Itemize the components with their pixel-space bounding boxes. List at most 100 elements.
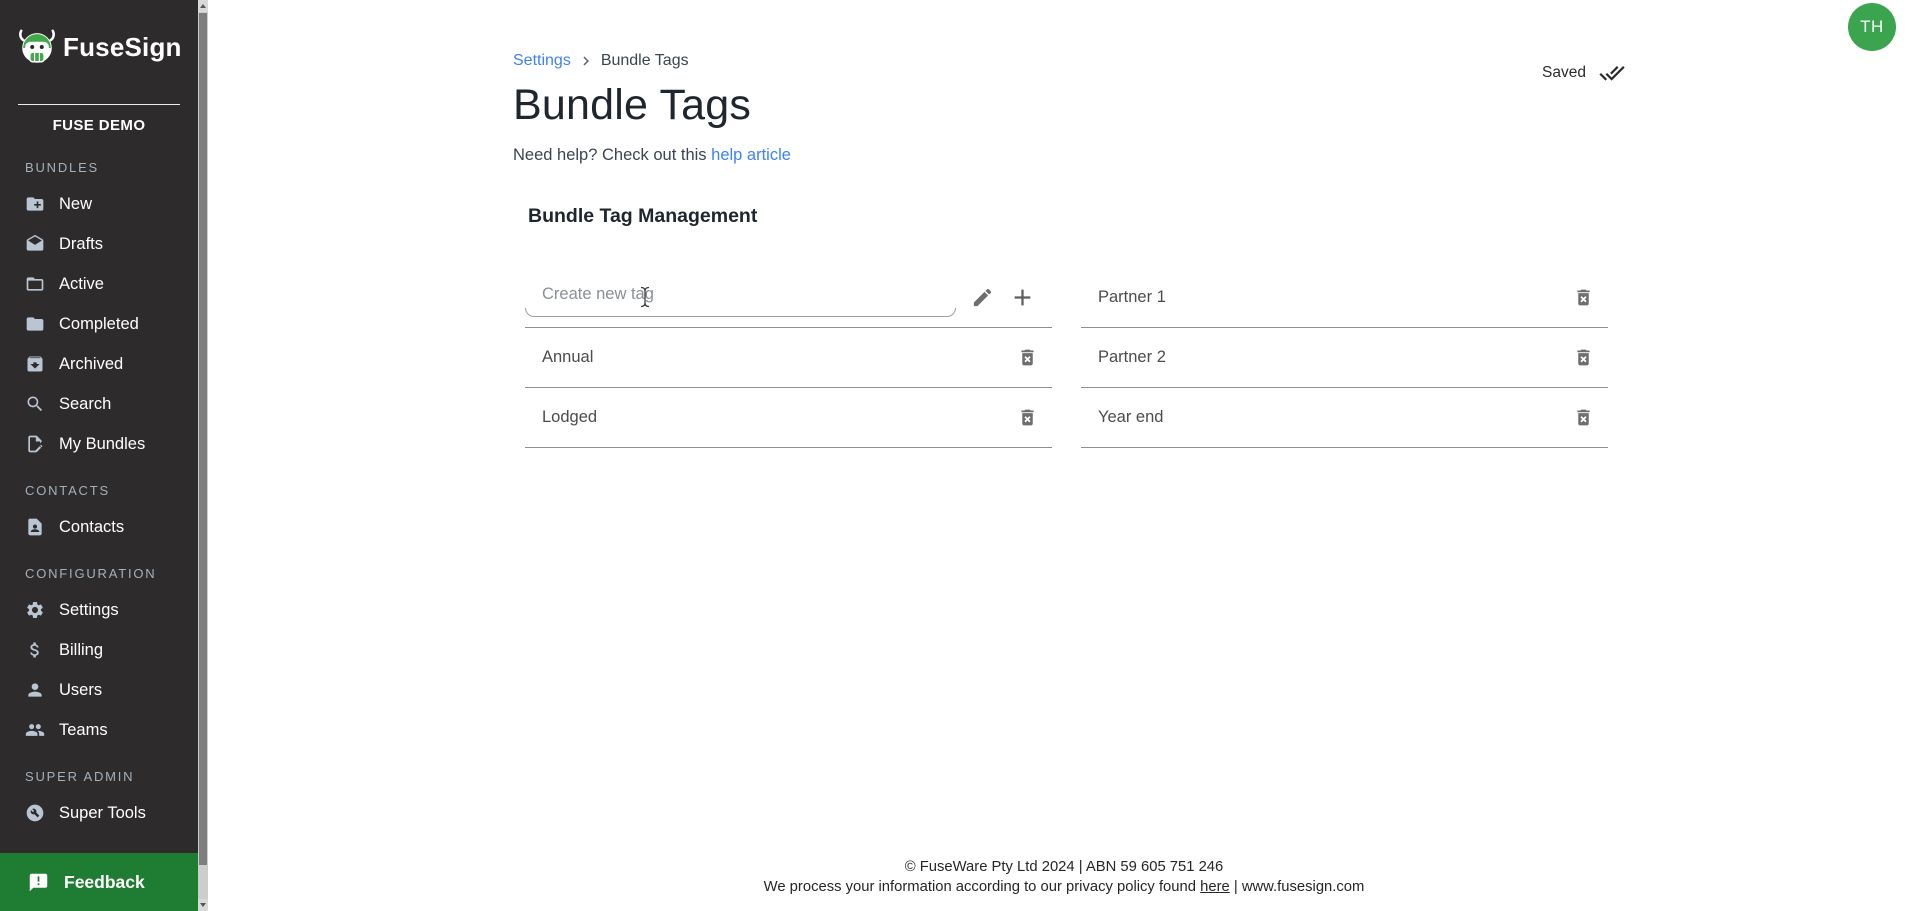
add-tag-button[interactable] xyxy=(1009,284,1036,311)
nav-section-label-contacts: CONTACTS xyxy=(0,464,198,507)
nav-section-configuration: CONFIGURATION Settings Billing Users Teams xyxy=(0,547,198,750)
help-text: Need help? Check out this xyxy=(513,146,707,164)
gear-icon xyxy=(25,600,45,620)
document-edit-icon xyxy=(25,434,45,454)
sidebar-item-settings[interactable]: Settings xyxy=(0,590,198,630)
sidebar-item-search[interactable]: Search xyxy=(0,384,198,424)
sidebar-nav: BUNDLES New Drafts Active Completed Archived S… xyxy=(0,134,198,853)
tag-name: Lodged xyxy=(542,408,1017,427)
edit-pencil-icon xyxy=(971,286,994,309)
sidebar: FuseSign FUSE DEMO BUNDLES New Drafts Activ… xyxy=(0,0,198,911)
nav-section-label-super-admin: SUPER ADMIN xyxy=(0,750,198,793)
sidebar-divider xyxy=(18,104,180,105)
page-title: Bundle Tags xyxy=(513,80,1608,130)
brand-name: FuseSign xyxy=(63,32,182,63)
tag-row-lodged: Lodged xyxy=(525,388,1052,448)
sidebar-item-drafts[interactable]: Drafts xyxy=(0,224,198,264)
trash-x-icon xyxy=(1017,347,1038,368)
sidebar-item-label: Contacts xyxy=(59,518,124,537)
feedback-icon xyxy=(28,872,49,893)
tag-column-left: Annual Lodged xyxy=(525,268,1052,448)
tag-row-partner-2: Partner 2 xyxy=(1081,328,1608,388)
sidebar-item-label: Super Tools xyxy=(59,804,146,823)
archive-box-icon xyxy=(25,354,45,374)
sidebar-item-label: My Bundles xyxy=(59,435,145,454)
tag-row-partner-1: Partner 1 xyxy=(1081,268,1608,328)
search-icon xyxy=(25,394,45,414)
breadcrumb-settings-link[interactable]: Settings xyxy=(513,52,571,70)
scrollbar-up-arrow[interactable] xyxy=(198,0,208,12)
delete-tag-button[interactable] xyxy=(1573,407,1594,428)
footer-privacy-text: We process your information according to… xyxy=(764,879,1196,895)
tag-name: Year end xyxy=(1098,408,1573,427)
feedback-label: Feedback xyxy=(64,872,145,893)
save-status: Saved xyxy=(1542,60,1625,86)
sidebar-item-completed[interactable]: Completed xyxy=(0,304,198,344)
page-footer: © FuseWare Pty Ltd 2024 | ABN 59 605 751… xyxy=(208,857,1920,897)
fusesign-robot-icon xyxy=(16,26,58,68)
sidebar-item-contacts[interactable]: Contacts xyxy=(0,507,198,547)
sidebar-item-label: Completed xyxy=(59,315,139,334)
scrollbar-down-arrow[interactable] xyxy=(198,899,208,911)
sidebar-item-billing[interactable]: Billing xyxy=(0,630,198,670)
footer-site-text: | www.fusesign.com xyxy=(1234,879,1364,895)
delete-tag-button[interactable] xyxy=(1017,407,1038,428)
avatar[interactable]: TH xyxy=(1848,3,1896,51)
sidebar-item-active[interactable]: Active xyxy=(0,264,198,304)
trash-x-icon xyxy=(1573,407,1594,428)
tag-name: Partner 2 xyxy=(1098,348,1573,367)
privacy-policy-link[interactable]: here xyxy=(1200,879,1230,895)
tag-row-annual: Annual xyxy=(525,328,1052,388)
sidebar-item-label: New xyxy=(59,195,92,214)
page-body: Settings Bundle Tags Bundle Tags Need he… xyxy=(513,0,1608,448)
delete-tag-button[interactable] xyxy=(1017,347,1038,368)
nav-section-label-configuration: CONFIGURATION xyxy=(0,547,198,590)
plus-icon xyxy=(1009,284,1036,311)
tag-name: Partner 1 xyxy=(1098,288,1573,307)
nav-section-super-admin: SUPER ADMIN Super Tools xyxy=(0,750,198,833)
create-tag-row xyxy=(525,268,1052,328)
footer-privacy-line: We process your information according to… xyxy=(208,877,1920,897)
breadcrumb-current: Bundle Tags xyxy=(601,52,689,70)
trash-x-icon xyxy=(1573,347,1594,368)
sidebar-item-my-bundles[interactable]: My Bundles xyxy=(0,424,198,464)
trash-x-icon xyxy=(1017,407,1038,428)
delete-tag-button[interactable] xyxy=(1573,287,1594,308)
feedback-button[interactable]: Feedback xyxy=(0,853,198,911)
scrollbar-thumb[interactable] xyxy=(199,13,207,865)
sidebar-item-teams[interactable]: Teams xyxy=(0,710,198,750)
sidebar-item-archived[interactable]: Archived xyxy=(0,344,198,384)
trash-x-icon xyxy=(1573,287,1594,308)
sidebar-item-label: Search xyxy=(59,395,111,414)
help-line: Need help? Check out this help article xyxy=(513,146,1608,165)
workspace-name: FUSE DEMO xyxy=(0,117,198,134)
done-all-icon xyxy=(1599,60,1625,86)
sidebar-item-label: Teams xyxy=(59,721,108,740)
drafts-envelope-icon xyxy=(25,234,45,254)
contact-page-icon xyxy=(25,517,45,537)
delete-tag-button[interactable] xyxy=(1573,347,1594,368)
sidebar-item-new[interactable]: New xyxy=(0,184,198,224)
create-tag-input[interactable] xyxy=(525,275,956,321)
save-status-label: Saved xyxy=(1542,64,1586,82)
app-logo: FuseSign xyxy=(0,0,198,68)
dollar-icon xyxy=(25,640,45,660)
folder-filled-icon xyxy=(25,314,45,334)
help-article-link[interactable]: help article xyxy=(711,146,791,164)
sidebar-item-label: Drafts xyxy=(59,235,103,254)
folder-outline-icon xyxy=(25,274,45,294)
tag-column-right: Partner 1 Partner 2 Year end xyxy=(1081,268,1608,448)
sidebar-item-label: Archived xyxy=(59,355,123,374)
tag-row-year-end: Year end xyxy=(1081,388,1608,448)
tag-name: Annual xyxy=(542,348,1017,367)
sidebar-item-users[interactable]: Users xyxy=(0,670,198,710)
sidebar-item-label: Settings xyxy=(59,601,119,620)
sidebar-item-label: Active xyxy=(59,275,104,294)
wrench-circle-icon xyxy=(25,803,45,823)
sidebar-item-super-tools[interactable]: Super Tools xyxy=(0,793,198,833)
sidebar-item-label: Billing xyxy=(59,641,103,660)
nav-section-contacts: CONTACTS Contacts xyxy=(0,464,198,547)
nav-section-label-bundles: BUNDLES xyxy=(0,134,198,184)
create-tag-field xyxy=(525,275,956,321)
nav-section-bundles: BUNDLES New Drafts Active Completed Archived S… xyxy=(0,134,198,464)
